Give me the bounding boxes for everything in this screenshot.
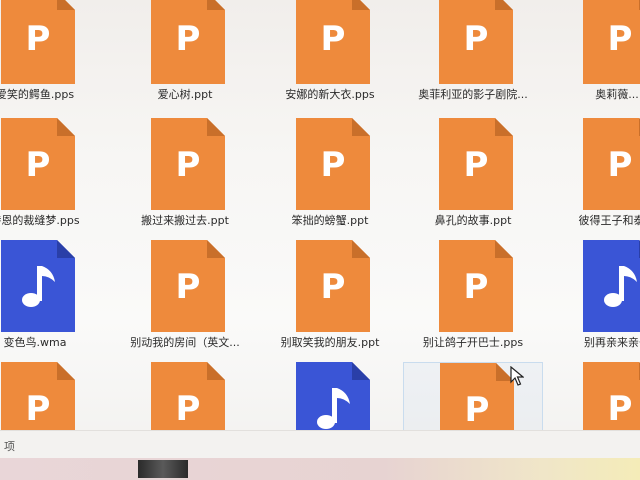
audio-file-icon [1, 240, 75, 332]
file-name: 奥莉薇... [595, 88, 639, 101]
file-type-letter: P [464, 145, 489, 185]
taskbar [0, 458, 640, 480]
file-item[interactable]: P 特恩的裁缝梦.pps [0, 118, 105, 236]
file-type-letter: P [26, 389, 51, 429]
audio-file-icon [583, 240, 640, 332]
presentation-file-icon: P [439, 0, 513, 84]
file-name: 安娜的新大衣.pps [285, 88, 375, 101]
file-name: 搬过来搬过去.ppt [141, 214, 229, 227]
taskbar-app-thumbnail[interactable] [138, 460, 188, 478]
file-item[interactable]: P 奥莉薇... [547, 0, 640, 110]
file-type-letter: P [321, 145, 346, 185]
file-type-letter: P [608, 145, 633, 185]
file-type-letter: P [321, 19, 346, 59]
file-type-letter: P [608, 19, 633, 59]
file-item[interactable]: 变色鸟.wma [0, 240, 105, 358]
file-item[interactable]: P 奥菲利亚的影子剧院... [403, 0, 543, 110]
presentation-file-icon: P [583, 0, 640, 84]
presentation-file-icon: P [1, 0, 75, 84]
status-text: 项 [4, 440, 15, 453]
presentation-file-icon: P [151, 0, 225, 84]
presentation-file-icon: P [439, 118, 513, 210]
presentation-file-icon: P [296, 240, 370, 332]
file-type-letter: P [176, 389, 201, 429]
file-type-letter: P [26, 145, 51, 185]
file-item[interactable]: P 别取笑我的朋友.ppt [260, 240, 400, 358]
file-name: 特恩的裁缝梦.pps [0, 214, 80, 227]
file-type-letter: P [176, 267, 201, 307]
file-item[interactable]: P 安娜的新大衣.pps [260, 0, 400, 110]
file-item[interactable]: P 笨拙的螃蟹.ppt [260, 118, 400, 236]
status-bar: 项 [0, 430, 640, 458]
file-name: 爱心树.ppt [157, 88, 213, 101]
file-name: 鼻孔的故事.ppt [434, 214, 512, 227]
file-name: 变色鸟.wma [3, 336, 67, 349]
file-item[interactable]: P 别动我的房间（英文... [115, 240, 255, 358]
file-name: 奥菲利亚的影子剧院... [418, 88, 528, 101]
file-explorer-window: P 爱笑的鳄鱼.pps P 爱心树.ppt P 安娜的新大衣.pps P 奥菲利亚的影子剧院.… [0, 0, 640, 458]
file-name: 笨拙的螃蟹.ppt [291, 214, 369, 227]
presentation-file-icon: P [1, 118, 75, 210]
file-type-letter: P [176, 145, 201, 185]
file-name: 爱笑的鳄鱼.pps [0, 88, 75, 101]
file-item[interactable]: P 彼得王子和泰迪 [547, 118, 640, 236]
presentation-file-icon: P [583, 118, 640, 210]
file-type-letter: P [26, 19, 51, 59]
file-type-letter: P [465, 390, 490, 430]
presentation-file-icon: P [296, 0, 370, 84]
file-type-letter: P [608, 389, 633, 429]
file-type-letter: P [321, 267, 346, 307]
file-item[interactable]: P 别让鸽子开巴士.pps [403, 240, 543, 358]
file-item[interactable]: P 鼻孔的故事.ppt [403, 118, 543, 236]
file-item[interactable]: P 搬过来搬过去.ppt [115, 118, 255, 236]
file-name: 别再亲来亲去 [584, 336, 640, 349]
presentation-file-icon: P [151, 240, 225, 332]
file-type-letter: P [464, 19, 489, 59]
presentation-file-icon: P [151, 118, 225, 210]
file-item[interactable]: P 爱心树.ppt [115, 0, 255, 110]
file-name: 别让鸽子开巴士.pps [422, 336, 524, 349]
file-item[interactable]: 别再亲来亲去 [547, 240, 640, 358]
file-grid: P 爱笑的鳄鱼.pps P 爱心树.ppt P 安娜的新大衣.pps P 奥菲利亚的影子剧院.… [0, 0, 640, 458]
file-type-letter: P [176, 19, 201, 59]
mouse-cursor-icon [510, 366, 524, 386]
file-name: 彼得王子和泰迪 [578, 214, 640, 227]
file-name: 别取笑我的朋友.ppt [280, 336, 380, 349]
presentation-file-icon: P [439, 240, 513, 332]
presentation-file-icon: P [296, 118, 370, 210]
file-item[interactable]: P 爱笑的鳄鱼.pps [0, 0, 105, 110]
file-type-letter: P [464, 267, 489, 307]
file-name: 别动我的房间（英文... [130, 336, 240, 349]
